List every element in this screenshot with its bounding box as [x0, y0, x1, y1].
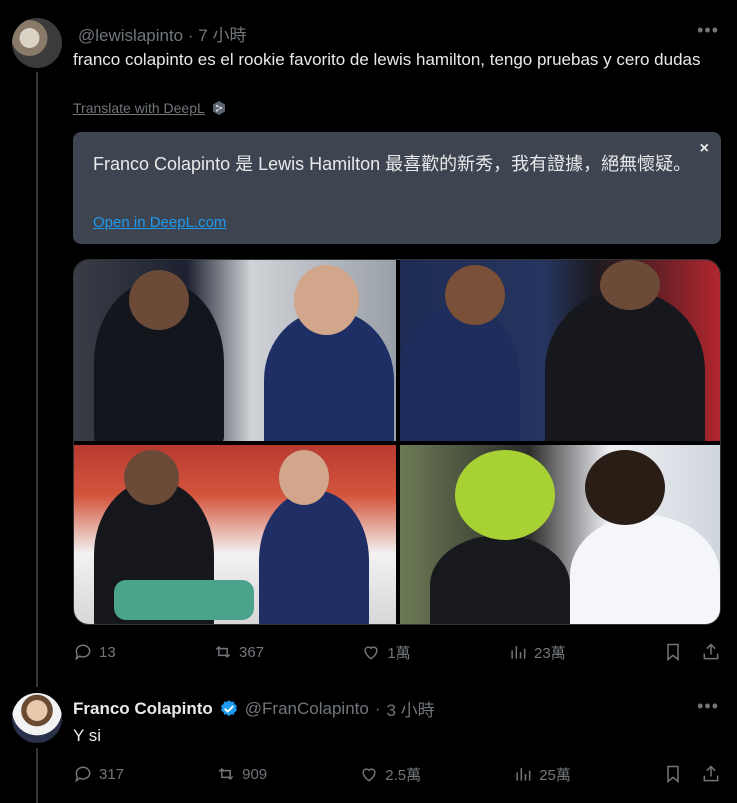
user-handle[interactable]: @FranColapinto	[245, 699, 369, 719]
avatar[interactable]	[12, 693, 62, 743]
close-icon[interactable]: ×	[700, 140, 709, 158]
translation-panel: Franco Colapinto 是 Lewis Hamilton 最喜歡的新秀…	[73, 132, 721, 244]
reply-icon	[75, 644, 91, 661]
translation-text: Franco Colapinto 是 Lewis Hamilton 最喜歡的新秀…	[93, 154, 692, 174]
share-button[interactable]	[701, 640, 721, 664]
media-photo[interactable]	[400, 445, 720, 624]
translate-link[interactable]: Translate with DeepL	[73, 100, 227, 116]
user-handle[interactable]: @lewislapinto	[78, 26, 183, 45]
repost-count: 909	[242, 765, 268, 783]
views-button[interactable]: 25萬	[513, 762, 571, 786]
repost-icon	[215, 645, 231, 659]
display-name[interactable]: Franco Colapinto	[73, 699, 213, 719]
timestamp[interactable]: 7 小時	[198, 26, 246, 45]
media-photo[interactable]	[400, 260, 720, 441]
tweet-actions: 317 909 2.5萬 25萬	[73, 762, 721, 786]
share-button[interactable]	[701, 762, 721, 786]
like-count: 1萬	[387, 644, 411, 662]
heart-icon	[362, 768, 376, 782]
avatar[interactable]	[12, 18, 62, 68]
view-count: 23萬	[534, 644, 566, 662]
tweet-actions: 13 367 1萬 23萬	[73, 640, 721, 664]
like-button[interactable]: 1萬	[361, 640, 411, 664]
reply-count: 13	[99, 643, 116, 661]
tweet-text: Y si	[73, 726, 102, 745]
bookmark-icon	[667, 765, 679, 784]
separator-dot: ·	[187, 26, 199, 45]
bookmark-icon	[667, 643, 679, 662]
verified-badge-icon	[220, 699, 237, 716]
heart-icon	[364, 646, 378, 660]
reply-icon	[75, 766, 91, 783]
translate-label[interactable]: Translate with DeepL	[73, 100, 205, 116]
repost-count: 367	[239, 643, 265, 661]
views-icon	[516, 768, 531, 781]
reply-button[interactable]: 317	[73, 762, 124, 786]
share-icon	[703, 765, 719, 782]
view-count: 25萬	[539, 766, 571, 784]
repost-icon	[218, 767, 234, 781]
more-options-icon[interactable]: •••	[697, 696, 719, 717]
like-count: 2.5萬	[385, 766, 422, 784]
tweet-meta: Franco Colapinto @FranColapinto · 3 小時	[73, 696, 435, 721]
like-button[interactable]: 2.5萬	[359, 762, 421, 786]
share-icon	[703, 643, 719, 660]
separator-dot: ·	[374, 698, 381, 718]
repost-button[interactable]: 367	[213, 640, 264, 664]
reply-count: 317	[99, 765, 125, 783]
views-button[interactable]: 23萬	[508, 640, 566, 664]
tweet-meta: @lewislapinto · 7 小時	[78, 21, 246, 46]
media-photo[interactable]	[74, 445, 396, 624]
timestamp[interactable]: 3 小時	[387, 696, 435, 721]
bookmark-button[interactable]	[663, 762, 683, 786]
views-icon	[511, 646, 526, 659]
deepl-icon	[212, 101, 225, 115]
bookmark-button[interactable]	[663, 640, 683, 664]
open-in-deepl-link[interactable]: Open in DeepL.com	[93, 214, 226, 231]
media-photo[interactable]	[74, 260, 396, 441]
thread-line	[36, 72, 38, 687]
more-options-icon[interactable]: •••	[697, 20, 719, 41]
tweet-text: franco colapinto es el rookie favorito d…	[73, 50, 701, 69]
repost-button[interactable]: 909	[216, 762, 267, 786]
media-grid	[73, 259, 721, 625]
reply-button[interactable]: 13	[73, 640, 116, 664]
thread-line-bottom	[36, 748, 38, 803]
